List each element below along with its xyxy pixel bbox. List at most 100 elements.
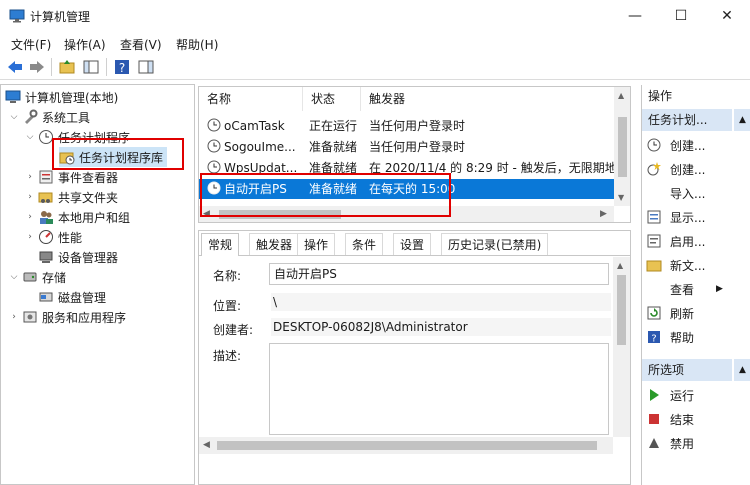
- tab-general[interactable]: 常规: [201, 233, 240, 256]
- scroll-down-icon[interactable]: ▼: [618, 193, 624, 202]
- vertical-scrollbar[interactable]: ▲: [613, 257, 630, 437]
- toolbar-separator: [106, 58, 107, 76]
- tree-item-storage[interactable]: ⌵ 存储: [9, 267, 66, 287]
- collapse-arrow-icon[interactable]: ▲: [734, 359, 750, 381]
- action-create-task[interactable]: 创建...: [646, 157, 705, 181]
- performance-icon: [39, 230, 53, 244]
- users-icon: [40, 211, 53, 224]
- collapsed-chevron-icon[interactable]: ›: [25, 232, 35, 242]
- menu-bar: [0, 32, 750, 54]
- action-refresh[interactable]: 刷新: [646, 301, 694, 325]
- collapsed-chevron-icon[interactable]: ›: [25, 192, 35, 202]
- tree-item-disk-management[interactable]: 磁盘管理: [38, 287, 106, 307]
- tab-actions[interactable]: 操作: [297, 233, 336, 255]
- collapsed-chevron-icon[interactable]: ›: [25, 212, 35, 222]
- action-label: 创建...: [670, 138, 706, 153]
- task-status: 正在运行: [309, 119, 358, 133]
- history-icon: [647, 234, 661, 248]
- scroll-right-icon[interactable]: ▶: [600, 209, 607, 219]
- scroll-left-icon[interactable]: ◀: [203, 440, 210, 450]
- column-header-status[interactable]: 状态: [303, 87, 361, 111]
- tree-item-label: 共享文件夹: [58, 190, 119, 205]
- name-field[interactable]: 自动开启PS: [269, 263, 609, 285]
- action-enable-history[interactable]: 启用...: [646, 229, 705, 253]
- shared-folder-icon: [38, 192, 53, 203]
- computer-management-icon: [9, 9, 25, 23]
- show-hide-tree-icon[interactable]: [82, 58, 100, 76]
- horizontal-scrollbar[interactable]: ◀: [199, 437, 613, 454]
- task-clock-icon: [207, 139, 221, 153]
- expanded-chevron-icon[interactable]: ⌵: [9, 272, 19, 282]
- menu-file[interactable]: 文件(F): [11, 36, 51, 53]
- tree-item-label: 事件查看器: [58, 170, 119, 185]
- tree-item-services-apps[interactable]: › 服务和应用程序: [9, 307, 126, 327]
- menu-view[interactable]: 查看(V): [120, 36, 162, 53]
- forward-arrow-icon[interactable]: [28, 58, 46, 76]
- action-display-running[interactable]: 显示...: [646, 205, 705, 229]
- action-view[interactable]: 查看 ▶: [646, 277, 723, 301]
- expanded-chevron-icon[interactable]: ⌵: [25, 132, 35, 142]
- actions-section-task-library[interactable]: 任务计划...: [642, 109, 732, 131]
- minimize-button[interactable]: —: [612, 0, 658, 32]
- menu-action[interactable]: 操作(A): [64, 36, 106, 53]
- action-help[interactable]: ? 帮助: [646, 325, 694, 349]
- table-row[interactable]: SogouIme... 准备就绪 当任何用户登录时: [199, 137, 614, 157]
- action-end[interactable]: 结束: [646, 407, 694, 431]
- action-disable[interactable]: 禁用: [646, 431, 694, 455]
- column-header-name[interactable]: 名称: [199, 87, 303, 111]
- task-status: 准备就绪: [309, 140, 358, 154]
- submenu-arrow-icon: ▶: [716, 284, 723, 294]
- scrollbar-thumb[interactable]: [217, 441, 597, 450]
- close-button[interactable]: ✕: [704, 0, 750, 32]
- tab-triggers[interactable]: 触发器: [249, 233, 300, 255]
- description-textarea[interactable]: [269, 343, 609, 435]
- actions-header: 操作: [648, 89, 673, 103]
- tree-item-event-viewer[interactable]: › 事件查看器: [25, 167, 118, 187]
- tree-item-local-users[interactable]: › 本地用户和组: [25, 207, 130, 227]
- run-icon: [650, 389, 659, 401]
- collapsed-chevron-icon[interactable]: ›: [25, 172, 35, 182]
- disk-icon: [39, 292, 53, 302]
- collapsed-chevron-icon[interactable]: ›: [9, 312, 19, 322]
- highlight-box-selected-task: [200, 173, 451, 217]
- tree-item-performance[interactable]: › 性能: [25, 227, 82, 247]
- computer-management-icon: [5, 90, 21, 103]
- tree-item-device-manager[interactable]: 设备管理器: [38, 247, 118, 267]
- menu-help[interactable]: 帮助(H): [176, 36, 218, 53]
- help-icon[interactable]: ?: [113, 58, 131, 76]
- table-row[interactable]: oCamTask 正在运行 当任何用户登录时: [199, 116, 614, 136]
- expanded-chevron-icon[interactable]: ⌵: [9, 112, 19, 122]
- tree-item-label: 设备管理器: [58, 250, 119, 265]
- action-label: 帮助: [670, 330, 695, 345]
- actions-section-selected[interactable]: 所选项: [642, 359, 732, 381]
- maximize-button[interactable]: ☐: [658, 0, 704, 32]
- action-import-task[interactable]: 导入...: [646, 181, 705, 205]
- action-create-basic-task[interactable]: 创建...: [646, 133, 705, 157]
- scroll-up-icon[interactable]: ▲: [617, 261, 623, 270]
- vertical-scrollbar[interactable]: ▲ ▼: [614, 87, 630, 206]
- author-value: DESKTOP-06082J8\Administrator: [271, 318, 611, 336]
- refresh-icon: [647, 306, 661, 320]
- disable-icon: [649, 438, 659, 448]
- tab-settings[interactable]: 设置: [393, 233, 432, 255]
- action-new-folder[interactable]: 新文...: [646, 253, 705, 277]
- scroll-up-icon[interactable]: ▲: [618, 91, 624, 100]
- window-title: 计算机管理: [30, 10, 91, 24]
- up-folder-icon[interactable]: [58, 58, 76, 76]
- name-label: 名称:: [213, 269, 242, 283]
- collapse-arrow-icon[interactable]: ▲: [734, 109, 750, 131]
- back-arrow-icon[interactable]: [6, 58, 24, 76]
- column-header-trigger[interactable]: 触发器: [361, 87, 615, 111]
- tree-item-system-tools[interactable]: ⌵ 系统工具: [9, 107, 90, 127]
- tab-conditions[interactable]: 条件: [345, 233, 384, 255]
- task-detail-pane: 常规 触发器 操作 条件 设置 历史记录(已禁用) 名称: 自动开启PS 位置:…: [198, 230, 631, 485]
- task-clock-icon: [207, 118, 221, 132]
- action-run[interactable]: 运行: [646, 383, 694, 407]
- scrollbar-thumb[interactable]: [617, 275, 626, 345]
- tree-item-root[interactable]: 计算机管理(本地): [5, 87, 118, 107]
- tree-item-shared-folders[interactable]: › 共享文件夹: [25, 187, 118, 207]
- show-hide-action-pane-icon[interactable]: [137, 58, 155, 76]
- tab-history[interactable]: 历史记录(已禁用): [441, 233, 549, 255]
- scrollbar-thumb[interactable]: [618, 117, 627, 177]
- help-icon: ?: [648, 331, 660, 345]
